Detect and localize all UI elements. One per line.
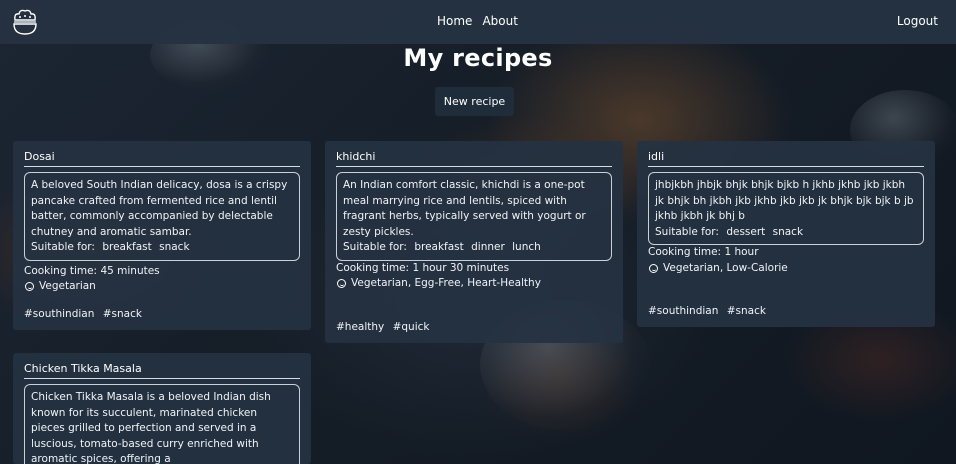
- cooking-time-value: 1 hour: [724, 246, 759, 258]
- cooking-time-label: Cooking time:: [336, 261, 410, 274]
- suitable-for: Suitable for: dessert snack: [655, 225, 917, 241]
- suitable-label: Suitable for:: [655, 225, 719, 238]
- recipe-description: jhbjkbh jhbjk bhjk bhjk bjkb h jkhb jkhb…: [655, 179, 914, 222]
- recipe-card[interactable]: Chicken Tikka Masala Chicken Tikka Masal…: [13, 353, 311, 464]
- cooking-time-value: 45 minutes: [100, 264, 160, 277]
- hashtags: #southindian #snack: [24, 308, 300, 320]
- recipe-description-box: A beloved South Indian delicacy, dosa is…: [24, 172, 300, 261]
- diet-value: Vegetarian, Egg-Free, Heart-Healthy: [351, 277, 541, 289]
- suitable-label: Suitable for:: [31, 241, 95, 253]
- recipe-title: khidchi: [336, 150, 612, 167]
- recipe-title: Chicken Tikka Masala: [24, 362, 300, 379]
- smile-icon: [649, 263, 658, 273]
- hashtags: #southindian #snack: [648, 305, 924, 317]
- chef-logo-icon[interactable]: [12, 8, 38, 36]
- cooking-time-value: 1 hour 30 minutes: [412, 261, 510, 274]
- diet-info: Vegetarian, Egg-Free, Heart-Healthy: [336, 276, 612, 292]
- meal-tag: snack: [772, 225, 804, 238]
- meal-tag: dinner: [471, 241, 505, 253]
- nav-links: Home About: [437, 14, 518, 28]
- navbar: Home About Logout: [0, 0, 956, 44]
- hashtag[interactable]: #southindian: [648, 305, 718, 317]
- diet-value: Vegetarian, Low-Calorie: [663, 261, 788, 274]
- recipe-description: An Indian comfort classic, khichdi is a …: [343, 179, 586, 238]
- new-recipe-button[interactable]: New recipe: [435, 87, 514, 116]
- recipe-description: Chicken Tikka Masala is a beloved Indian…: [31, 391, 271, 464]
- meal-tag: snack: [159, 241, 190, 253]
- suitable-for: Suitable for: breakfast snack: [31, 240, 293, 256]
- recipe-description: A beloved South Indian delicacy, dosa is…: [31, 179, 288, 238]
- cooking-time: Cooking time: 1 hour 30 minutes: [336, 261, 612, 277]
- diet-info: Vegetarian, Low-Calorie: [648, 261, 924, 277]
- meal-tag: breakfast: [414, 241, 464, 253]
- page-title: My recipes: [403, 44, 553, 72]
- logout-link[interactable]: Logout: [897, 14, 938, 28]
- recipe-title: Dosai: [24, 150, 300, 167]
- hashtag[interactable]: #healthy: [336, 321, 384, 333]
- diet-info: Vegetarian: [24, 279, 300, 295]
- cooking-time: Cooking time: 1 hour: [648, 245, 924, 261]
- recipe-card[interactable]: idli jhbjkbh jhbjk bhjk bhjk bjkb h jkhb…: [637, 141, 935, 327]
- cooking-time: Cooking time: 45 minutes: [24, 264, 300, 280]
- hashtag[interactable]: #southindian: [24, 308, 94, 320]
- hashtag[interactable]: #quick: [393, 321, 430, 333]
- smile-icon: [25, 282, 34, 292]
- meal-tag: dessert: [726, 225, 766, 238]
- recipe-card[interactable]: khidchi An Indian comfort classic, khich…: [325, 141, 623, 343]
- diet-value: Vegetarian: [39, 280, 96, 292]
- nav-about-link[interactable]: About: [482, 14, 517, 28]
- recipe-description-box: Chicken Tikka Masala is a beloved Indian…: [24, 384, 300, 464]
- meal-tag: breakfast: [102, 241, 152, 253]
- recipe-description-box: An Indian comfort classic, khichdi is a …: [336, 172, 612, 261]
- recipe-card[interactable]: Dosai A beloved South Indian delicacy, d…: [13, 141, 311, 330]
- recipe-description-box: jhbjkbh jhbjk bhjk bhjk bjkb h jkhb jkhb…: [648, 172, 924, 245]
- nav-home-link[interactable]: Home: [437, 14, 472, 28]
- suitable-label: Suitable for:: [343, 241, 407, 253]
- suitable-for: Suitable for: breakfast dinner lunch: [343, 240, 605, 256]
- hashtags: #healthy #quick: [336, 321, 612, 333]
- cooking-time-label: Cooking time:: [648, 246, 722, 258]
- hashtag[interactable]: #snack: [727, 305, 766, 317]
- recipe-title: idli: [648, 150, 924, 167]
- smile-icon: [337, 279, 346, 289]
- meal-tag: lunch: [512, 241, 541, 253]
- hashtag[interactable]: #snack: [103, 308, 142, 320]
- cooking-time-label: Cooking time:: [24, 264, 98, 277]
